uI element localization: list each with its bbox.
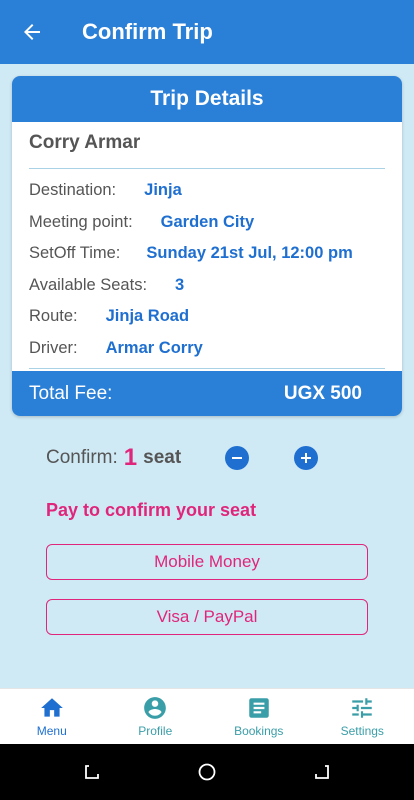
detail-value: Garden City	[160, 212, 255, 231]
home-icon	[40, 698, 63, 717]
nav-label: Settings	[340, 724, 384, 738]
seat-confirm-row: Confirm: 1 seat	[46, 440, 181, 476]
nav-item-profile[interactable]: Profile	[104, 689, 208, 744]
plus-icon	[301, 453, 311, 463]
account-icon	[144, 697, 167, 719]
nav-item-menu[interactable]: Menu	[0, 689, 104, 744]
confirm-label: Confirm:	[46, 447, 118, 468]
mobile-money-button[interactable]: Mobile Money	[46, 544, 368, 580]
total-fee-bar: Total Fee: UGX 500	[12, 371, 402, 416]
detail-label: Destination:	[29, 181, 117, 200]
detail-value: Jinja	[144, 181, 182, 200]
nav-label: Bookings	[234, 724, 284, 738]
app-bar: Confirm Trip	[0, 0, 414, 64]
system-navigation-bar	[0, 744, 414, 800]
detail-label: Route:	[29, 307, 78, 326]
increase-seats-button[interactable]	[294, 446, 318, 470]
recent-apps-icon[interactable]	[84, 764, 100, 780]
detail-row-setoff-time: SetOff Time: Sunday 21st Jul, 12:00 pm	[29, 238, 385, 270]
page-title: Confirm Trip	[82, 19, 213, 44]
trip-details-card: Trip Details Corry Armar Destination: Ji…	[12, 76, 402, 416]
detail-value: Sunday 21st Jul, 12:00 pm	[146, 244, 353, 263]
detail-row-route: Route: Jinja Road	[29, 301, 385, 333]
seat-unit-label: seat	[143, 447, 182, 468]
card-title: Trip Details	[12, 76, 402, 122]
bookings-icon	[249, 698, 269, 718]
visa-paypal-button[interactable]: Visa / PayPal	[46, 599, 368, 635]
arrow-left-icon	[24, 24, 40, 40]
detail-value: Jinja Road	[105, 307, 190, 326]
nav-item-bookings[interactable]: Bookings	[207, 689, 311, 744]
home-circle-icon[interactable]	[198, 763, 216, 781]
detail-value: Armar Corry	[105, 338, 203, 357]
bottom-navigation: Menu Profile Bookings Settings	[0, 688, 414, 744]
total-fee-label: Total Fee:	[29, 382, 113, 404]
detail-value: 3	[175, 275, 185, 294]
back-button[interactable]	[4, 4, 60, 60]
settings-icon	[352, 698, 372, 718]
detail-label: Driver:	[29, 338, 78, 357]
nav-label: Profile	[138, 724, 173, 738]
detail-row-available-seats: Available Seats: 3	[29, 270, 385, 302]
decrease-seats-button[interactable]	[225, 446, 249, 470]
detail-label: SetOff Time:	[29, 244, 121, 263]
detail-label: Meeting point:	[29, 212, 133, 231]
detail-row-destination: Destination: Jinja	[29, 175, 385, 207]
total-fee-value: UGX 500	[283, 382, 362, 404]
detail-row-driver: Driver: Armar Corry	[29, 333, 385, 365]
nav-label: Menu	[36, 724, 67, 738]
back-nav-icon[interactable]	[314, 764, 330, 780]
minus-icon	[232, 457, 242, 459]
nav-item-settings[interactable]: Settings	[311, 689, 414, 744]
payment-heading: Pay to confirm your seat	[46, 500, 257, 520]
detail-label: Available Seats:	[29, 275, 148, 294]
detail-row-meeting-point: Meeting point: Garden City	[29, 207, 385, 239]
divider	[29, 368, 385, 369]
passenger-name: Corry Armar	[29, 132, 141, 153]
seat-count: 1	[123, 444, 138, 471]
